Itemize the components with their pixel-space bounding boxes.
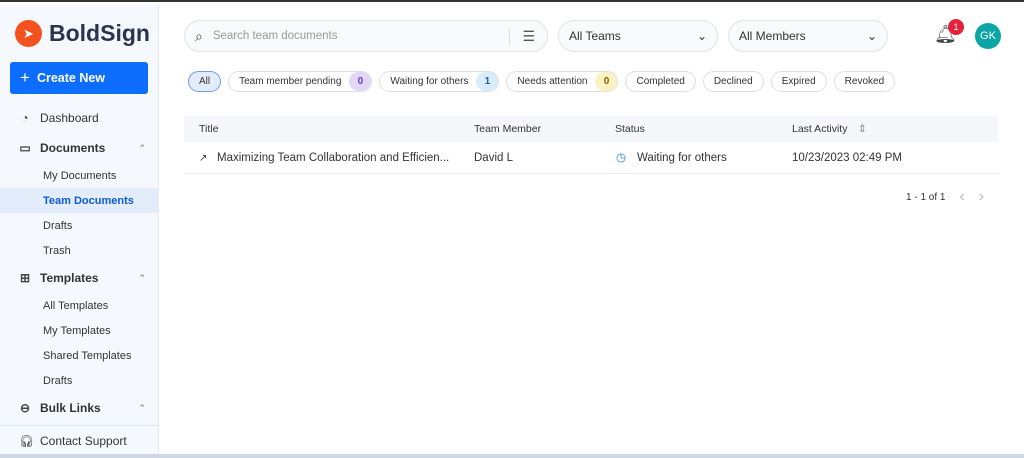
page-info: 1 - 1 of 1 (906, 191, 946, 203)
filter-chip-revoked[interactable]: Revoked (833, 71, 896, 92)
link-icon: ⊖ (19, 401, 31, 415)
chip-label: Needs attention (517, 76, 588, 87)
chip-count: 1 (476, 72, 499, 91)
sidebar-item-my-templates[interactable]: My Templates (0, 318, 158, 343)
chevron-up-icon: ⌃ (138, 402, 146, 413)
search-input[interactable]: ⌕ Search team documents ☰ (184, 20, 548, 52)
column-title[interactable]: Title (199, 116, 218, 142)
chip-label: Expired (781, 76, 816, 87)
chip-label: Completed (636, 76, 685, 87)
plus-icon: + (20, 68, 30, 87)
chevron-down-icon: ⌄ (866, 29, 877, 43)
filter-icon[interactable]: ☰ (509, 27, 547, 45)
team-member: David L (474, 152, 513, 164)
sidebar-item-shared-templates[interactable]: Shared Templates (0, 343, 158, 368)
column-team-member[interactable]: Team Member (474, 116, 541, 142)
sidebar-item-template-drafts[interactable]: Drafts (0, 368, 158, 393)
label: Templates (40, 271, 99, 285)
bottom-bar (0, 454, 1024, 458)
chevron-down-icon: ⌄ (696, 29, 707, 43)
filter-chip-expired[interactable]: Expired (770, 71, 827, 92)
sidebar: ➤ BoldSign + Create New ◔ Dashboard ▭ Docume… (0, 4, 159, 456)
chevron-up-icon: ⌃ (138, 142, 146, 153)
teams-value: All Teams (569, 29, 621, 43)
logo-icon: ➤ (15, 20, 42, 47)
dashboard-icon: ◔ (21, 111, 29, 125)
pagination: 1 - 1 of 1 ‹ › (906, 188, 984, 206)
contact-support[interactable]: 🎧︎ Contact Support (0, 425, 158, 456)
notification-badge: 1 (948, 19, 964, 35)
status-filters: All Team member pending 0 Waiting for other… (188, 71, 896, 92)
teams-dropdown[interactable]: All Teams ⌄ (558, 20, 718, 52)
members-value: All Members (739, 29, 806, 43)
next-page-icon[interactable]: › (979, 188, 984, 206)
create-label: Create New (36, 71, 106, 85)
members-dropdown[interactable]: All Members ⌄ (728, 20, 888, 52)
column-status[interactable]: Status (615, 116, 645, 142)
search-icon: ⌕ (195, 27, 203, 44)
brand-logo[interactable]: ➤ BoldSign (15, 20, 150, 47)
chip-count: 0 (349, 72, 372, 91)
sidebar-item-team-documents[interactable]: Team Documents (0, 188, 158, 213)
prev-page-icon[interactable]: ‹ (959, 188, 964, 206)
chip-label: Waiting for others (390, 76, 469, 87)
chevron-up-icon: ⌃ (138, 272, 146, 283)
sidebar-item-my-documents[interactable]: My Documents (0, 163, 158, 188)
filter-chip-all[interactable]: All (188, 71, 222, 92)
sidebar-item-trash[interactable]: Trash (0, 238, 158, 263)
table-row[interactable]: ↗ Maximizing Team Collaboration and Effi… (184, 143, 998, 174)
sidebar-item-dashboard[interactable]: ◔ Dashboard (0, 103, 158, 133)
label: Bulk Links (40, 401, 101, 415)
chip-label: Team member pending (239, 76, 342, 87)
chip-label: Revoked (844, 76, 885, 87)
chip-label: Declined (713, 76, 753, 87)
filter-chip-waiting-for-others[interactable]: Waiting for others 1 (379, 71, 500, 92)
avatar[interactable]: GK (975, 23, 1001, 49)
sidebar-item-templates[interactable]: ⊞ Templates ⌃ (0, 263, 158, 293)
chip-label: All (199, 76, 211, 87)
grid-icon: ⊞ (19, 271, 31, 285)
label: Dashboard (40, 111, 99, 125)
label: Documents (40, 141, 106, 155)
brand-name: BoldSign (49, 20, 150, 46)
sort-icon[interactable]: ⇕ (858, 116, 867, 142)
sidebar-item-documents[interactable]: ▭ Documents ⌃ (0, 133, 158, 163)
sidebar-item-bulk-links[interactable]: ⊖ Bulk Links ⌃ (0, 393, 158, 423)
last-activity: 10/23/2023 02:49 PM (792, 152, 902, 164)
sidebar-item-all-templates[interactable]: All Templates (0, 293, 158, 318)
headset-icon: 🎧︎ (19, 434, 35, 448)
folder-icon: ▭ (19, 141, 31, 155)
arrow-up-right-icon: ↗ (199, 153, 208, 164)
filter-chip-team-member-pending[interactable]: Team member pending 0 (228, 71, 373, 92)
status: Waiting for others (637, 152, 727, 164)
search-placeholder: Search team documents (212, 30, 338, 42)
chip-count: 0 (595, 72, 618, 91)
filter-chip-declined[interactable]: Declined (702, 71, 764, 92)
table-header: Title Team Member Status Last Activity ⇕ (184, 116, 998, 142)
filter-chip-needs-attention[interactable]: Needs attention 0 (506, 71, 619, 92)
filter-chip-completed[interactable]: Completed (625, 71, 696, 92)
create-new-button[interactable]: + Create New (10, 62, 148, 94)
label: Contact Support (40, 434, 127, 448)
column-last-activity[interactable]: Last Activity (792, 116, 847, 142)
sidebar-item-drafts[interactable]: Drafts (0, 213, 158, 238)
clock-icon: ◷ (616, 152, 627, 164)
document-title[interactable]: Maximizing Team Collaboration and Effici… (217, 143, 449, 174)
